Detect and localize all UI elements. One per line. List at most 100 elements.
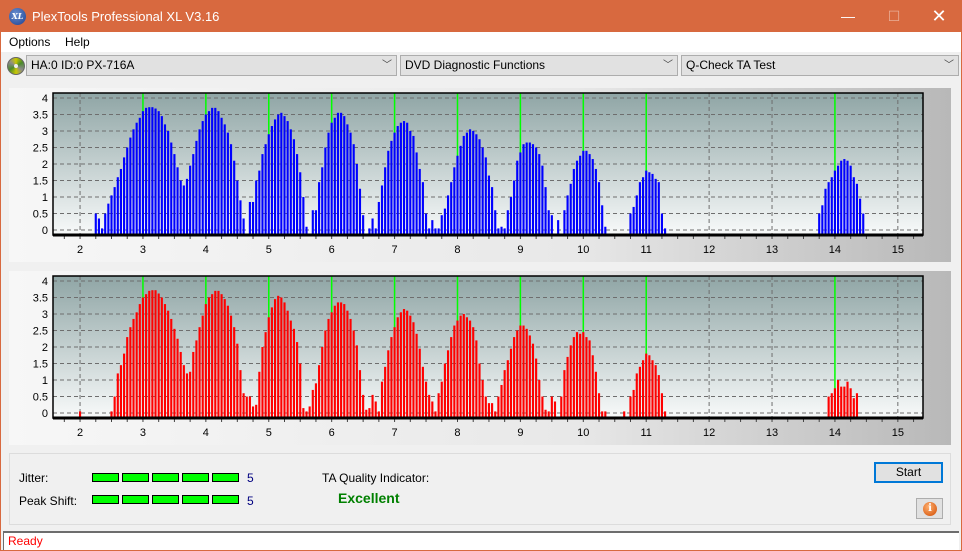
bar — [594, 168, 597, 235]
bar — [846, 160, 849, 235]
bar — [220, 117, 223, 235]
bar — [484, 157, 487, 235]
close-button[interactable]: ✕ — [916, 1, 962, 32]
bar — [859, 198, 862, 235]
bar — [654, 178, 657, 235]
start-button[interactable]: Start — [874, 462, 943, 483]
bar — [399, 122, 402, 235]
bar — [311, 389, 314, 418]
bar — [491, 403, 494, 418]
bar — [830, 393, 833, 418]
bar — [421, 182, 424, 235]
top-chart: 0 0.5 1 1.5 2 2.5 3 3.5 4 2 3 4 5 6 7 8 9 10 11 12 13 14 15 — [33, 92, 924, 256]
test-select-value: Q-Check TA Test — [686, 58, 776, 72]
results-panel — [9, 453, 951, 525]
bar — [579, 333, 582, 418]
bar — [516, 330, 519, 418]
function-select-value: DVD Diagnostic Functions — [405, 58, 546, 72]
bar — [569, 183, 572, 235]
bottom-chart: 0 0.5 1 1.5 2 2.5 3 3.5 4 2 3 4 5 6 7 8 9 10 11 12 13 14 15 — [33, 275, 924, 439]
bar — [594, 371, 597, 418]
bar — [116, 373, 119, 418]
x-tick-label: 8 — [454, 244, 460, 256]
bar — [446, 195, 450, 235]
bar — [292, 139, 296, 235]
status-text: Ready — [8, 534, 43, 548]
bar — [456, 155, 459, 235]
x-tick-label: 4 — [203, 244, 209, 256]
bar — [469, 320, 472, 418]
jitter-meter — [92, 473, 239, 482]
bar — [566, 356, 569, 418]
bar — [110, 195, 113, 235]
jitter-value: 5 — [247, 471, 254, 485]
bar — [632, 206, 635, 235]
bar — [588, 154, 591, 235]
bar — [830, 177, 833, 235]
bar — [251, 201, 255, 235]
bar — [185, 178, 189, 235]
drive-select[interactable]: HA:0 ID:0 PX-716A ﹀ — [26, 55, 397, 76]
bar — [311, 210, 314, 235]
y-tick-label: 0.5 — [33, 209, 48, 221]
bar — [107, 203, 110, 235]
test-select[interactable]: Q-Check TA Test ﹀ — [681, 55, 959, 76]
jitter-meter-segment — [92, 473, 119, 482]
jitter-meter-segment — [152, 473, 179, 482]
bar — [151, 290, 154, 418]
bar — [239, 200, 242, 235]
bar — [333, 305, 336, 418]
y-tick-label: 1 — [42, 375, 48, 387]
bar — [346, 124, 349, 235]
jitter-meter-segment — [182, 473, 209, 482]
x-tick-label: 2 — [77, 427, 83, 439]
function-select[interactable]: DVD Diagnostic Functions ﹀ — [400, 55, 678, 76]
bar — [843, 386, 846, 418]
bar — [465, 317, 468, 418]
peak-shift-meter-segment — [152, 495, 179, 504]
bar — [591, 159, 594, 235]
bar — [204, 304, 207, 418]
bar — [629, 213, 632, 235]
menu-options[interactable]: Options — [9, 35, 50, 49]
bar — [833, 170, 836, 235]
bar — [195, 140, 198, 235]
chevron-down-icon: ﹀ — [944, 60, 954, 71]
bar — [402, 309, 406, 418]
bar — [352, 330, 355, 418]
maximize-button[interactable]: ☐ — [871, 1, 917, 32]
bar — [494, 210, 497, 235]
bar — [189, 165, 192, 235]
bar — [421, 366, 424, 418]
bar — [418, 168, 421, 235]
bar — [852, 398, 855, 418]
x-tick-label: 3 — [140, 427, 146, 439]
bar — [299, 172, 302, 235]
bar — [255, 404, 258, 418]
bar — [132, 129, 135, 235]
bar — [170, 318, 173, 418]
bar — [657, 375, 660, 418]
peak-shift-meter-segment — [122, 495, 149, 504]
bar — [119, 168, 123, 235]
bar — [632, 389, 635, 418]
bar — [506, 210, 509, 235]
menu-help[interactable]: Help — [65, 35, 90, 49]
bar — [154, 290, 157, 418]
bar — [428, 394, 431, 418]
bar — [641, 177, 645, 235]
x-tick-label: 9 — [517, 427, 523, 439]
info-button[interactable]: i — [916, 498, 943, 519]
x-tick-label: 14 — [829, 427, 841, 439]
bar — [544, 187, 547, 235]
x-tick-label: 10 — [577, 244, 589, 256]
bar — [371, 394, 374, 418]
bar — [157, 111, 160, 235]
minimize-button[interactable]: — — [825, 1, 871, 32]
bar — [255, 180, 258, 235]
bar — [418, 348, 421, 418]
bar — [491, 187, 494, 235]
bar — [314, 383, 318, 418]
bar — [557, 220, 560, 235]
bar — [855, 393, 859, 418]
